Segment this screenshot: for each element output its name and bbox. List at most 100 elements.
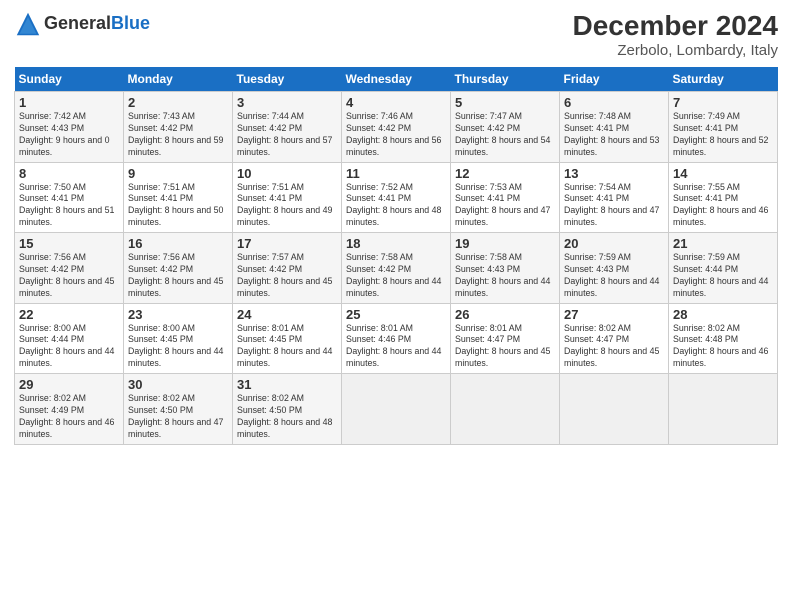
day-number: 1 [19, 95, 119, 110]
calendar-cell: 14Sunrise: 7:55 AMSunset: 4:41 PMDayligh… [669, 162, 778, 233]
day-info: Sunrise: 8:02 AMSunset: 4:48 PMDaylight:… [673, 323, 768, 369]
day-number: 8 [19, 166, 119, 181]
day-number: 2 [128, 95, 228, 110]
day-number: 16 [128, 236, 228, 251]
day-info: Sunrise: 7:46 AMSunset: 4:42 PMDaylight:… [346, 111, 441, 157]
calendar-cell: 18Sunrise: 7:58 AMSunset: 4:42 PMDayligh… [342, 233, 451, 304]
calendar-cell: 17Sunrise: 7:57 AMSunset: 4:42 PMDayligh… [233, 233, 342, 304]
day-info: Sunrise: 7:51 AMSunset: 4:41 PMDaylight:… [128, 182, 223, 228]
calendar-cell: 1Sunrise: 7:42 AMSunset: 4:43 PMDaylight… [15, 92, 124, 163]
day-number: 29 [19, 377, 119, 392]
calendar-cell: 23Sunrise: 8:00 AMSunset: 4:45 PMDayligh… [124, 303, 233, 374]
day-number: 21 [673, 236, 773, 251]
day-info: Sunrise: 7:59 AMSunset: 4:44 PMDaylight:… [673, 252, 768, 298]
day-info: Sunrise: 8:00 AMSunset: 4:45 PMDaylight:… [128, 323, 223, 369]
day-number: 26 [455, 307, 555, 322]
header-row: Sunday Monday Tuesday Wednesday Thursday… [15, 67, 778, 92]
day-number: 20 [564, 236, 664, 251]
day-info: Sunrise: 7:47 AMSunset: 4:42 PMDaylight:… [455, 111, 550, 157]
col-tuesday: Tuesday [233, 67, 342, 92]
day-info: Sunrise: 7:55 AMSunset: 4:41 PMDaylight:… [673, 182, 768, 228]
calendar-cell: 19Sunrise: 7:58 AMSunset: 4:43 PMDayligh… [451, 233, 560, 304]
day-number: 25 [346, 307, 446, 322]
calendar-cell: 5Sunrise: 7:47 AMSunset: 4:42 PMDaylight… [451, 92, 560, 163]
day-number: 10 [237, 166, 337, 181]
day-number: 24 [237, 307, 337, 322]
calendar-cell [560, 374, 669, 445]
col-friday: Friday [560, 67, 669, 92]
calendar-cell: 10Sunrise: 7:51 AMSunset: 4:41 PMDayligh… [233, 162, 342, 233]
week-row: 29Sunrise: 8:02 AMSunset: 4:49 PMDayligh… [15, 374, 778, 445]
day-info: Sunrise: 8:02 AMSunset: 4:50 PMDaylight:… [237, 393, 332, 439]
col-monday: Monday [124, 67, 233, 92]
calendar-cell: 13Sunrise: 7:54 AMSunset: 4:41 PMDayligh… [560, 162, 669, 233]
page: GeneralBlue December 2024 Zerbolo, Lomba… [0, 0, 792, 612]
day-info: Sunrise: 7:53 AMSunset: 4:41 PMDaylight:… [455, 182, 550, 228]
calendar-cell: 25Sunrise: 8:01 AMSunset: 4:46 PMDayligh… [342, 303, 451, 374]
day-info: Sunrise: 8:02 AMSunset: 4:49 PMDaylight:… [19, 393, 114, 439]
day-info: Sunrise: 7:59 AMSunset: 4:43 PMDaylight:… [564, 252, 659, 298]
day-info: Sunrise: 7:52 AMSunset: 4:41 PMDaylight:… [346, 182, 441, 228]
calendar-cell: 11Sunrise: 7:52 AMSunset: 4:41 PMDayligh… [342, 162, 451, 233]
calendar-cell: 12Sunrise: 7:53 AMSunset: 4:41 PMDayligh… [451, 162, 560, 233]
week-row: 15Sunrise: 7:56 AMSunset: 4:42 PMDayligh… [15, 233, 778, 304]
day-info: Sunrise: 7:42 AMSunset: 4:43 PMDaylight:… [19, 111, 109, 157]
calendar-cell: 22Sunrise: 8:00 AMSunset: 4:44 PMDayligh… [15, 303, 124, 374]
calendar-cell: 30Sunrise: 8:02 AMSunset: 4:50 PMDayligh… [124, 374, 233, 445]
day-number: 22 [19, 307, 119, 322]
day-number: 11 [346, 166, 446, 181]
day-info: Sunrise: 7:43 AMSunset: 4:42 PMDaylight:… [128, 111, 223, 157]
col-thursday: Thursday [451, 67, 560, 92]
day-info: Sunrise: 7:57 AMSunset: 4:42 PMDaylight:… [237, 252, 332, 298]
col-saturday: Saturday [669, 67, 778, 92]
week-row: 22Sunrise: 8:00 AMSunset: 4:44 PMDayligh… [15, 303, 778, 374]
day-info: Sunrise: 7:56 AMSunset: 4:42 PMDaylight:… [19, 252, 114, 298]
day-info: Sunrise: 7:54 AMSunset: 4:41 PMDaylight:… [564, 182, 659, 228]
logo-text: GeneralBlue [44, 14, 150, 34]
day-info: Sunrise: 8:00 AMSunset: 4:44 PMDaylight:… [19, 323, 114, 369]
day-info: Sunrise: 7:56 AMSunset: 4:42 PMDaylight:… [128, 252, 223, 298]
calendar-cell: 2Sunrise: 7:43 AMSunset: 4:42 PMDaylight… [124, 92, 233, 163]
day-info: Sunrise: 7:51 AMSunset: 4:41 PMDaylight:… [237, 182, 332, 228]
day-number: 7 [673, 95, 773, 110]
calendar-subtitle: Zerbolo, Lombardy, Italy [573, 42, 778, 59]
calendar-cell: 24Sunrise: 8:01 AMSunset: 4:45 PMDayligh… [233, 303, 342, 374]
day-info: Sunrise: 7:50 AMSunset: 4:41 PMDaylight:… [19, 182, 114, 228]
calendar-cell: 20Sunrise: 7:59 AMSunset: 4:43 PMDayligh… [560, 233, 669, 304]
day-info: Sunrise: 8:02 AMSunset: 4:47 PMDaylight:… [564, 323, 659, 369]
day-number: 4 [346, 95, 446, 110]
header: GeneralBlue December 2024 Zerbolo, Lomba… [14, 10, 778, 59]
calendar-cell: 4Sunrise: 7:46 AMSunset: 4:42 PMDaylight… [342, 92, 451, 163]
calendar-cell: 26Sunrise: 8:01 AMSunset: 4:47 PMDayligh… [451, 303, 560, 374]
week-row: 1Sunrise: 7:42 AMSunset: 4:43 PMDaylight… [15, 92, 778, 163]
calendar-table: Sunday Monday Tuesday Wednesday Thursday… [14, 67, 778, 445]
day-info: Sunrise: 7:48 AMSunset: 4:41 PMDaylight:… [564, 111, 659, 157]
day-number: 3 [237, 95, 337, 110]
day-number: 15 [19, 236, 119, 251]
day-number: 17 [237, 236, 337, 251]
day-number: 9 [128, 166, 228, 181]
day-number: 5 [455, 95, 555, 110]
day-number: 19 [455, 236, 555, 251]
day-number: 12 [455, 166, 555, 181]
calendar-cell: 8Sunrise: 7:50 AMSunset: 4:41 PMDaylight… [15, 162, 124, 233]
calendar-cell: 15Sunrise: 7:56 AMSunset: 4:42 PMDayligh… [15, 233, 124, 304]
calendar-cell: 7Sunrise: 7:49 AMSunset: 4:41 PMDaylight… [669, 92, 778, 163]
col-wednesday: Wednesday [342, 67, 451, 92]
day-number: 18 [346, 236, 446, 251]
day-info: Sunrise: 7:44 AMSunset: 4:42 PMDaylight:… [237, 111, 332, 157]
calendar-cell: 28Sunrise: 8:02 AMSunset: 4:48 PMDayligh… [669, 303, 778, 374]
calendar-cell: 16Sunrise: 7:56 AMSunset: 4:42 PMDayligh… [124, 233, 233, 304]
day-info: Sunrise: 7:58 AMSunset: 4:43 PMDaylight:… [455, 252, 550, 298]
day-info: Sunrise: 7:58 AMSunset: 4:42 PMDaylight:… [346, 252, 441, 298]
day-number: 6 [564, 95, 664, 110]
title-block: December 2024 Zerbolo, Lombardy, Italy [573, 10, 778, 59]
day-info: Sunrise: 7:49 AMSunset: 4:41 PMDaylight:… [673, 111, 768, 157]
calendar-cell: 6Sunrise: 7:48 AMSunset: 4:41 PMDaylight… [560, 92, 669, 163]
logo-icon [14, 10, 42, 38]
calendar-cell [451, 374, 560, 445]
day-number: 27 [564, 307, 664, 322]
week-row: 8Sunrise: 7:50 AMSunset: 4:41 PMDaylight… [15, 162, 778, 233]
calendar-cell: 31Sunrise: 8:02 AMSunset: 4:50 PMDayligh… [233, 374, 342, 445]
col-sunday: Sunday [15, 67, 124, 92]
